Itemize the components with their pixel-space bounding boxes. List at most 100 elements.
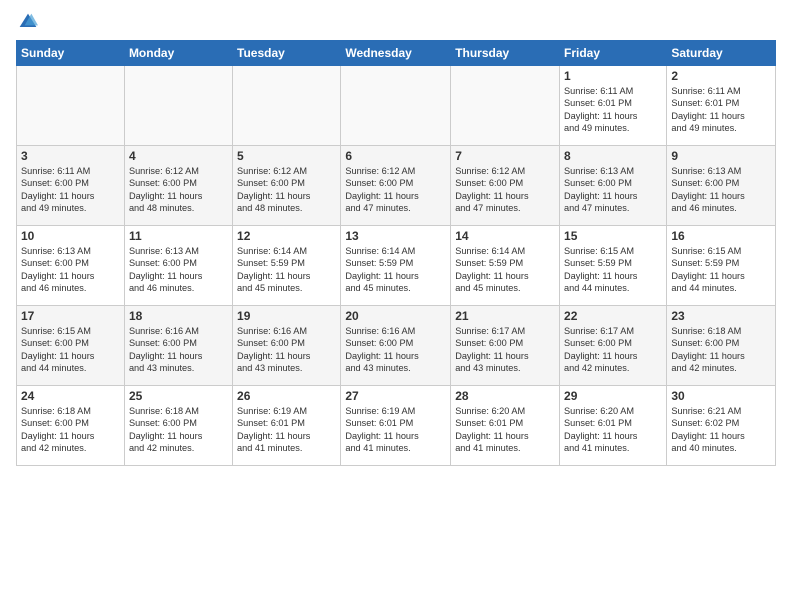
day-number: 26 bbox=[237, 389, 336, 403]
calendar-cell: 15 Sunrise: 6:15 AM Sunset: 5:59 PM Dayli… bbox=[560, 226, 667, 306]
day-number: 14 bbox=[455, 229, 555, 243]
week-row-1: 1 Sunrise: 6:11 AM Sunset: 6:01 PM Daylig… bbox=[17, 66, 776, 146]
day-number: 27 bbox=[345, 389, 446, 403]
day-number: 30 bbox=[671, 389, 771, 403]
day-number: 10 bbox=[21, 229, 120, 243]
calendar-cell bbox=[17, 66, 125, 146]
day-number: 16 bbox=[671, 229, 771, 243]
calendar-cell: 3 Sunrise: 6:11 AM Sunset: 6:00 PM Daylig… bbox=[17, 146, 125, 226]
calendar-header-row: SundayMondayTuesdayWednesdayThursdayFrid… bbox=[17, 41, 776, 66]
day-number: 13 bbox=[345, 229, 446, 243]
calendar-cell: 11 Sunrise: 6:13 AM Sunset: 6:00 PM Dayli… bbox=[124, 226, 232, 306]
day-header-saturday: Saturday bbox=[667, 41, 776, 66]
day-info: Sunrise: 6:12 AM Sunset: 6:00 PM Dayligh… bbox=[455, 165, 555, 215]
calendar-cell: 26 Sunrise: 6:19 AM Sunset: 6:01 PM Dayli… bbox=[233, 386, 341, 466]
day-number: 1 bbox=[564, 69, 662, 83]
day-number: 18 bbox=[129, 309, 228, 323]
day-info: Sunrise: 6:20 AM Sunset: 6:01 PM Dayligh… bbox=[455, 405, 555, 455]
page: SundayMondayTuesdayWednesdayThursdayFrid… bbox=[0, 0, 792, 474]
day-info: Sunrise: 6:12 AM Sunset: 6:00 PM Dayligh… bbox=[129, 165, 228, 215]
day-number: 17 bbox=[21, 309, 120, 323]
calendar-cell: 14 Sunrise: 6:14 AM Sunset: 5:59 PM Dayli… bbox=[451, 226, 560, 306]
day-info: Sunrise: 6:15 AM Sunset: 5:59 PM Dayligh… bbox=[564, 245, 662, 295]
day-number: 2 bbox=[671, 69, 771, 83]
day-info: Sunrise: 6:15 AM Sunset: 6:00 PM Dayligh… bbox=[21, 325, 120, 375]
day-number: 7 bbox=[455, 149, 555, 163]
day-info: Sunrise: 6:17 AM Sunset: 6:00 PM Dayligh… bbox=[455, 325, 555, 375]
calendar-cell: 2 Sunrise: 6:11 AM Sunset: 6:01 PM Daylig… bbox=[667, 66, 776, 146]
day-number: 4 bbox=[129, 149, 228, 163]
day-info: Sunrise: 6:19 AM Sunset: 6:01 PM Dayligh… bbox=[237, 405, 336, 455]
day-info: Sunrise: 6:11 AM Sunset: 6:01 PM Dayligh… bbox=[671, 85, 771, 135]
day-number: 11 bbox=[129, 229, 228, 243]
day-header-friday: Friday bbox=[560, 41, 667, 66]
day-info: Sunrise: 6:16 AM Sunset: 6:00 PM Dayligh… bbox=[129, 325, 228, 375]
day-number: 6 bbox=[345, 149, 446, 163]
day-info: Sunrise: 6:18 AM Sunset: 6:00 PM Dayligh… bbox=[129, 405, 228, 455]
day-info: Sunrise: 6:16 AM Sunset: 6:00 PM Dayligh… bbox=[345, 325, 446, 375]
day-header-monday: Monday bbox=[124, 41, 232, 66]
calendar-cell bbox=[233, 66, 341, 146]
day-info: Sunrise: 6:18 AM Sunset: 6:00 PM Dayligh… bbox=[671, 325, 771, 375]
day-info: Sunrise: 6:12 AM Sunset: 6:00 PM Dayligh… bbox=[237, 165, 336, 215]
logo bbox=[16, 12, 38, 32]
day-number: 22 bbox=[564, 309, 662, 323]
calendar-cell: 1 Sunrise: 6:11 AM Sunset: 6:01 PM Daylig… bbox=[560, 66, 667, 146]
day-info: Sunrise: 6:16 AM Sunset: 6:00 PM Dayligh… bbox=[237, 325, 336, 375]
day-number: 8 bbox=[564, 149, 662, 163]
calendar-cell bbox=[124, 66, 232, 146]
day-number: 3 bbox=[21, 149, 120, 163]
day-number: 19 bbox=[237, 309, 336, 323]
day-number: 23 bbox=[671, 309, 771, 323]
calendar-cell: 4 Sunrise: 6:12 AM Sunset: 6:00 PM Daylig… bbox=[124, 146, 232, 226]
week-row-2: 3 Sunrise: 6:11 AM Sunset: 6:00 PM Daylig… bbox=[17, 146, 776, 226]
day-number: 9 bbox=[671, 149, 771, 163]
calendar-cell bbox=[451, 66, 560, 146]
day-info: Sunrise: 6:11 AM Sunset: 6:00 PM Dayligh… bbox=[21, 165, 120, 215]
calendar-cell: 8 Sunrise: 6:13 AM Sunset: 6:00 PM Daylig… bbox=[560, 146, 667, 226]
day-info: Sunrise: 6:20 AM Sunset: 6:01 PM Dayligh… bbox=[564, 405, 662, 455]
calendar-cell: 21 Sunrise: 6:17 AM Sunset: 6:00 PM Dayli… bbox=[451, 306, 560, 386]
calendar-cell: 9Sunrise: 6:13 AM Sunset: 6:00 PM Daylig… bbox=[667, 146, 776, 226]
calendar-cell: 29Sunrise: 6:20 AM Sunset: 6:01 PM Dayli… bbox=[560, 386, 667, 466]
calendar-cell: 7 Sunrise: 6:12 AM Sunset: 6:00 PM Daylig… bbox=[451, 146, 560, 226]
day-info: Sunrise: 6:11 AM Sunset: 6:01 PM Dayligh… bbox=[564, 85, 662, 135]
day-info: Sunrise: 6:13 AM Sunset: 6:00 PM Dayligh… bbox=[564, 165, 662, 215]
day-info: Sunrise: 6:14 AM Sunset: 5:59 PM Dayligh… bbox=[345, 245, 446, 295]
calendar-cell: 5 Sunrise: 6:12 AM Sunset: 6:00 PM Daylig… bbox=[233, 146, 341, 226]
day-number: 21 bbox=[455, 309, 555, 323]
calendar-cell: 30 Sunrise: 6:21 AM Sunset: 6:02 PM Dayli… bbox=[667, 386, 776, 466]
day-info: Sunrise: 6:18 AM Sunset: 6:00 PM Dayligh… bbox=[21, 405, 120, 455]
day-info: Sunrise: 6:21 AM Sunset: 6:02 PM Dayligh… bbox=[671, 405, 771, 455]
day-header-sunday: Sunday bbox=[17, 41, 125, 66]
header bbox=[16, 12, 776, 32]
day-number: 28 bbox=[455, 389, 555, 403]
week-row-3: 10 Sunrise: 6:13 AM Sunset: 6:00 PM Dayli… bbox=[17, 226, 776, 306]
day-info: Sunrise: 6:14 AM Sunset: 5:59 PM Dayligh… bbox=[455, 245, 555, 295]
day-number: 15 bbox=[564, 229, 662, 243]
day-header-wednesday: Wednesday bbox=[341, 41, 451, 66]
day-info: Sunrise: 6:12 AM Sunset: 6:00 PM Dayligh… bbox=[345, 165, 446, 215]
day-number: 25 bbox=[129, 389, 228, 403]
calendar-cell: 6 Sunrise: 6:12 AM Sunset: 6:00 PM Daylig… bbox=[341, 146, 451, 226]
day-header-tuesday: Tuesday bbox=[233, 41, 341, 66]
day-info: Sunrise: 6:17 AM Sunset: 6:00 PM Dayligh… bbox=[564, 325, 662, 375]
calendar-cell: 18 Sunrise: 6:16 AM Sunset: 6:00 PM Dayli… bbox=[124, 306, 232, 386]
day-header-thursday: Thursday bbox=[451, 41, 560, 66]
day-info: Sunrise: 6:19 AM Sunset: 6:01 PM Dayligh… bbox=[345, 405, 446, 455]
day-number: 24 bbox=[21, 389, 120, 403]
day-info: Sunrise: 6:15 AM Sunset: 5:59 PM Dayligh… bbox=[671, 245, 771, 295]
calendar-cell: 24 Sunrise: 6:18 AM Sunset: 6:00 PM Dayli… bbox=[17, 386, 125, 466]
day-info: Sunrise: 6:13 AM Sunset: 6:00 PM Dayligh… bbox=[21, 245, 120, 295]
day-number: 12 bbox=[237, 229, 336, 243]
day-info: Sunrise: 6:13 AM Sunset: 6:00 PM Dayligh… bbox=[129, 245, 228, 295]
calendar-body: 1 Sunrise: 6:11 AM Sunset: 6:01 PM Daylig… bbox=[17, 66, 776, 466]
day-number: 5 bbox=[237, 149, 336, 163]
calendar-cell: 28 Sunrise: 6:20 AM Sunset: 6:01 PM Dayli… bbox=[451, 386, 560, 466]
week-row-4: 17 Sunrise: 6:15 AM Sunset: 6:00 PM Dayli… bbox=[17, 306, 776, 386]
calendar-cell: 27 Sunrise: 6:19 AM Sunset: 6:01 PM Dayli… bbox=[341, 386, 451, 466]
calendar-cell: 17 Sunrise: 6:15 AM Sunset: 6:00 PM Dayli… bbox=[17, 306, 125, 386]
logo-icon bbox=[18, 12, 38, 32]
day-number: 20 bbox=[345, 309, 446, 323]
calendar-cell: 20 Sunrise: 6:16 AM Sunset: 6:00 PM Dayli… bbox=[341, 306, 451, 386]
